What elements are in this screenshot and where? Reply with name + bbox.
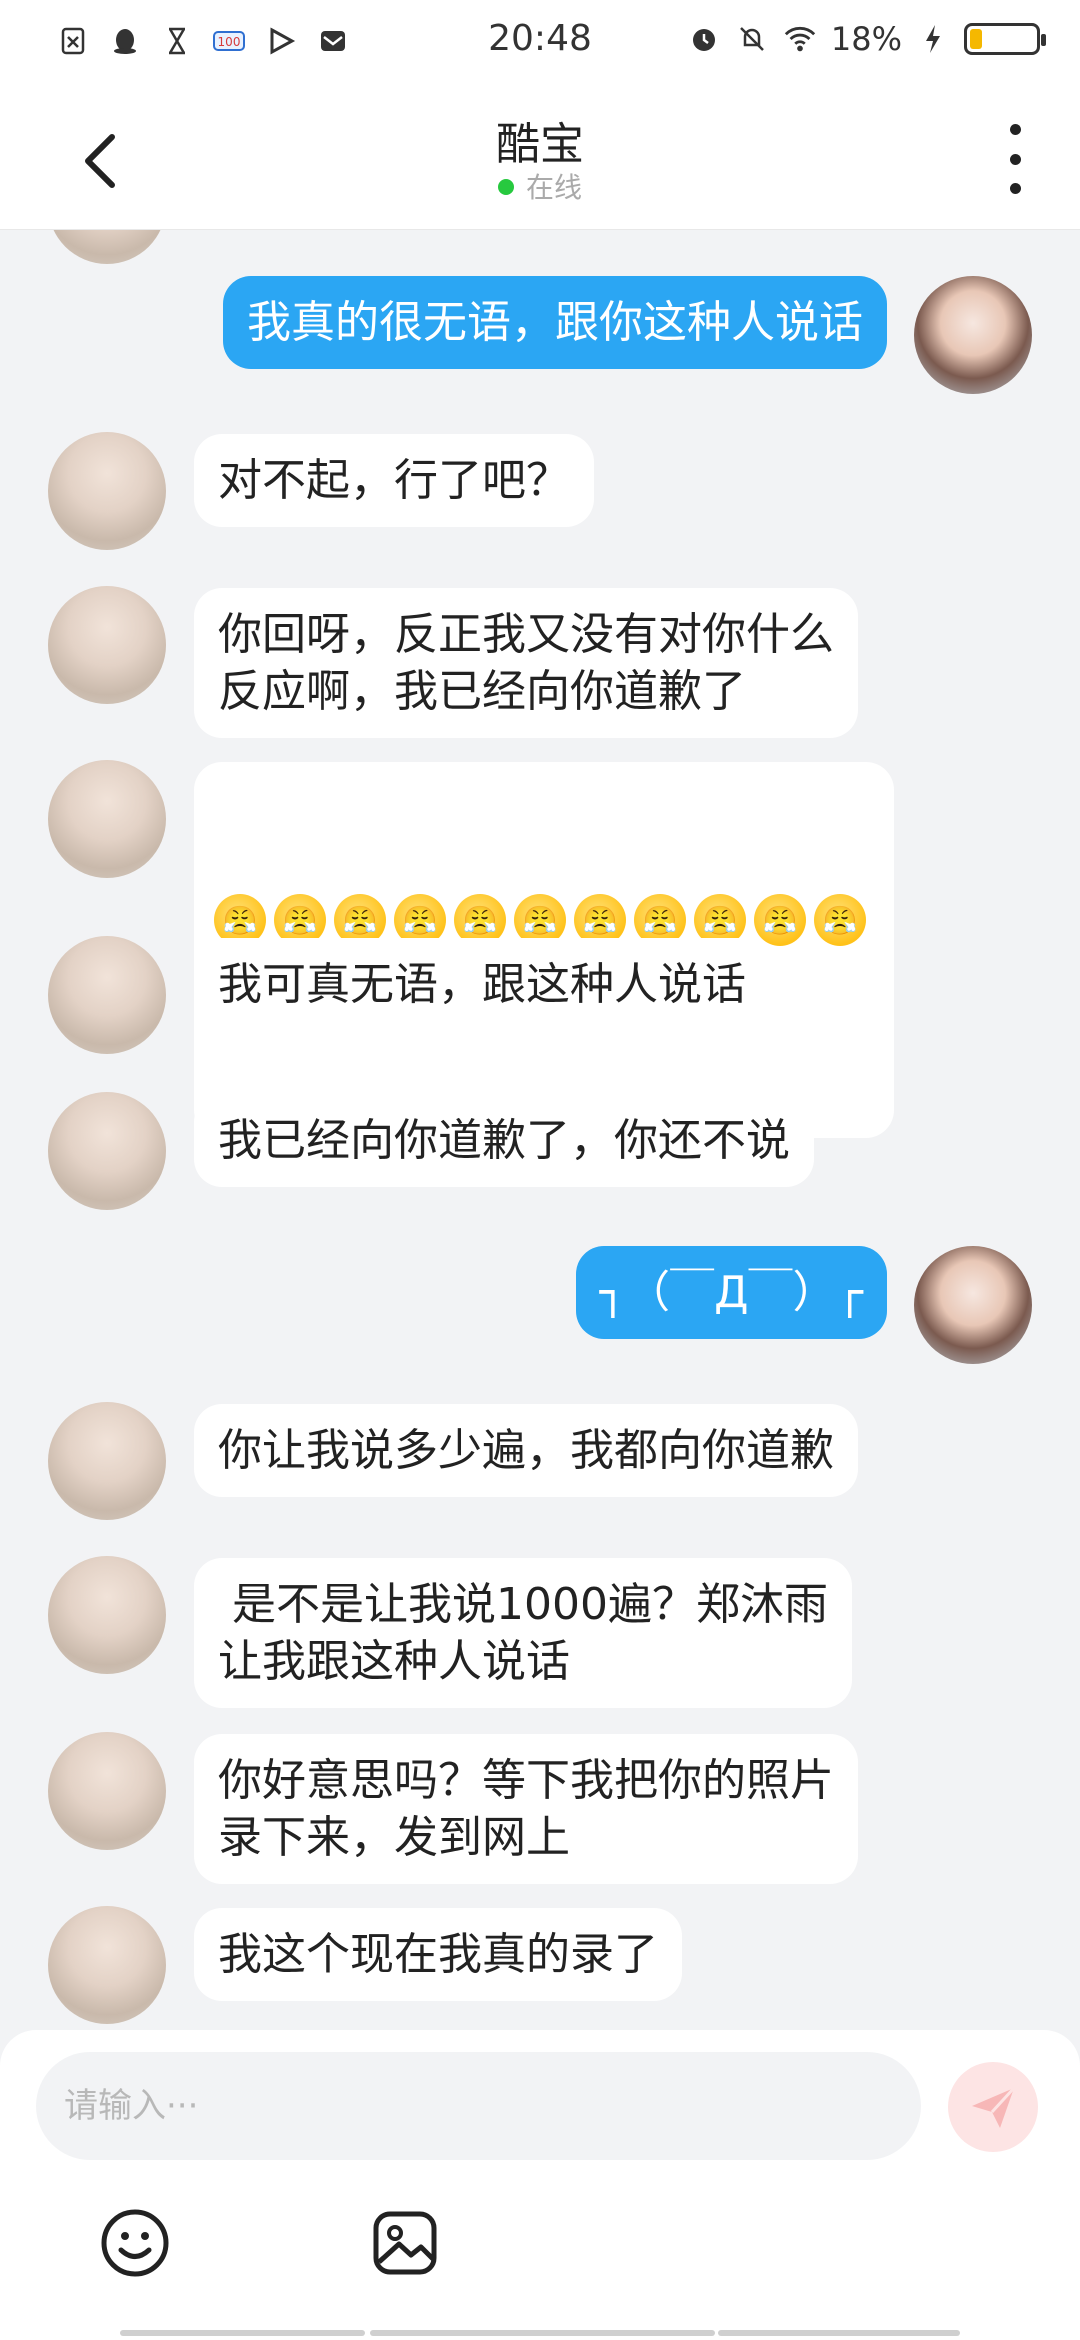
battery-percent: 18% [830,20,902,58]
outgoing-bubble[interactable]: ┐（￣Д￣）┌ [575,1246,887,1339]
emoji-button[interactable] [98,2206,172,2280]
message-list[interactable]: 我真的很无语，跟你这种人说话 对不起，行了吧？ 你回呀，反正我又没有对你什么 反… [0,230,1080,2030]
wifi-icon [783,22,817,56]
avatar[interactable] [914,276,1032,394]
avatar[interactable] [48,936,166,1054]
avatar[interactable] [48,1906,166,2024]
nav-hint [370,2330,715,2336]
avatar[interactable] [48,760,166,878]
avatar[interactable] [48,1556,166,1674]
incoming-bubble[interactable]: 我已经向你道歉了，你还不说 [194,1094,814,1187]
incoming-bubble[interactable]: 你回呀，反正我又没有对你什么 反应啊，我已经向你道歉了 [194,588,858,738]
message-input[interactable] [36,2052,921,2160]
status-bar: 100 20:48 18% [0,0,1080,86]
more-vertical-icon [1009,124,1021,135]
incoming-bubble[interactable]: 我这个现在我真的录了 [194,1908,682,2001]
outgoing-bubble[interactable]: 我真的很无语，跟你这种人说话 [223,276,887,369]
nav-hint [718,2330,960,2336]
battery-fill [970,29,982,49]
alarm-icon [687,22,721,56]
avatar[interactable] [48,586,166,704]
composer [0,2030,1080,2340]
online-dot [497,179,514,195]
avatar[interactable] [48,432,166,550]
avatar[interactable] [48,1402,166,1520]
avatar[interactable] [48,1092,166,1210]
status-right-icons: 18% [687,20,1046,58]
mute-icon [735,22,769,56]
incoming-bubble[interactable]: 你好意思吗？等下我把你的照片 录下来，发到网上 [194,1734,858,1884]
send-button[interactable] [948,2062,1038,2152]
more-options-button[interactable] [1000,124,1030,194]
avatar[interactable] [914,1246,1032,1364]
smiley-icon [101,2209,169,2277]
avatar[interactable] [48,1732,166,1850]
avatar[interactable] [48,230,166,264]
send-icon [972,2086,1016,2128]
incoming-bubble[interactable]: 我可真无语，跟这种人说话 [194,938,770,1031]
incoming-bubble[interactable]: 是不是让我说1000遍？郑沐雨 让我跟这种人说话 [194,1558,852,1708]
online-status-label: 在线 [525,171,582,204]
chat-header: 酷宝 在线 [0,86,1080,230]
battery-icon [964,23,1046,55]
online-status: 在线 [0,166,1080,206]
steam-face-emoji: 😤 [814,894,866,946]
steam-face-emoji: 😤 [754,894,806,946]
incoming-bubble[interactable]: 对不起，行了吧？ [194,434,594,527]
nav-hint [120,2330,365,2336]
incoming-bubble[interactable]: 你让我说多少遍，我都向你道歉 [194,1404,858,1497]
image-button[interactable] [368,2206,442,2280]
image-icon [373,2211,437,2275]
contact-name: 酷宝 [496,119,584,170]
charging-icon [916,22,950,56]
